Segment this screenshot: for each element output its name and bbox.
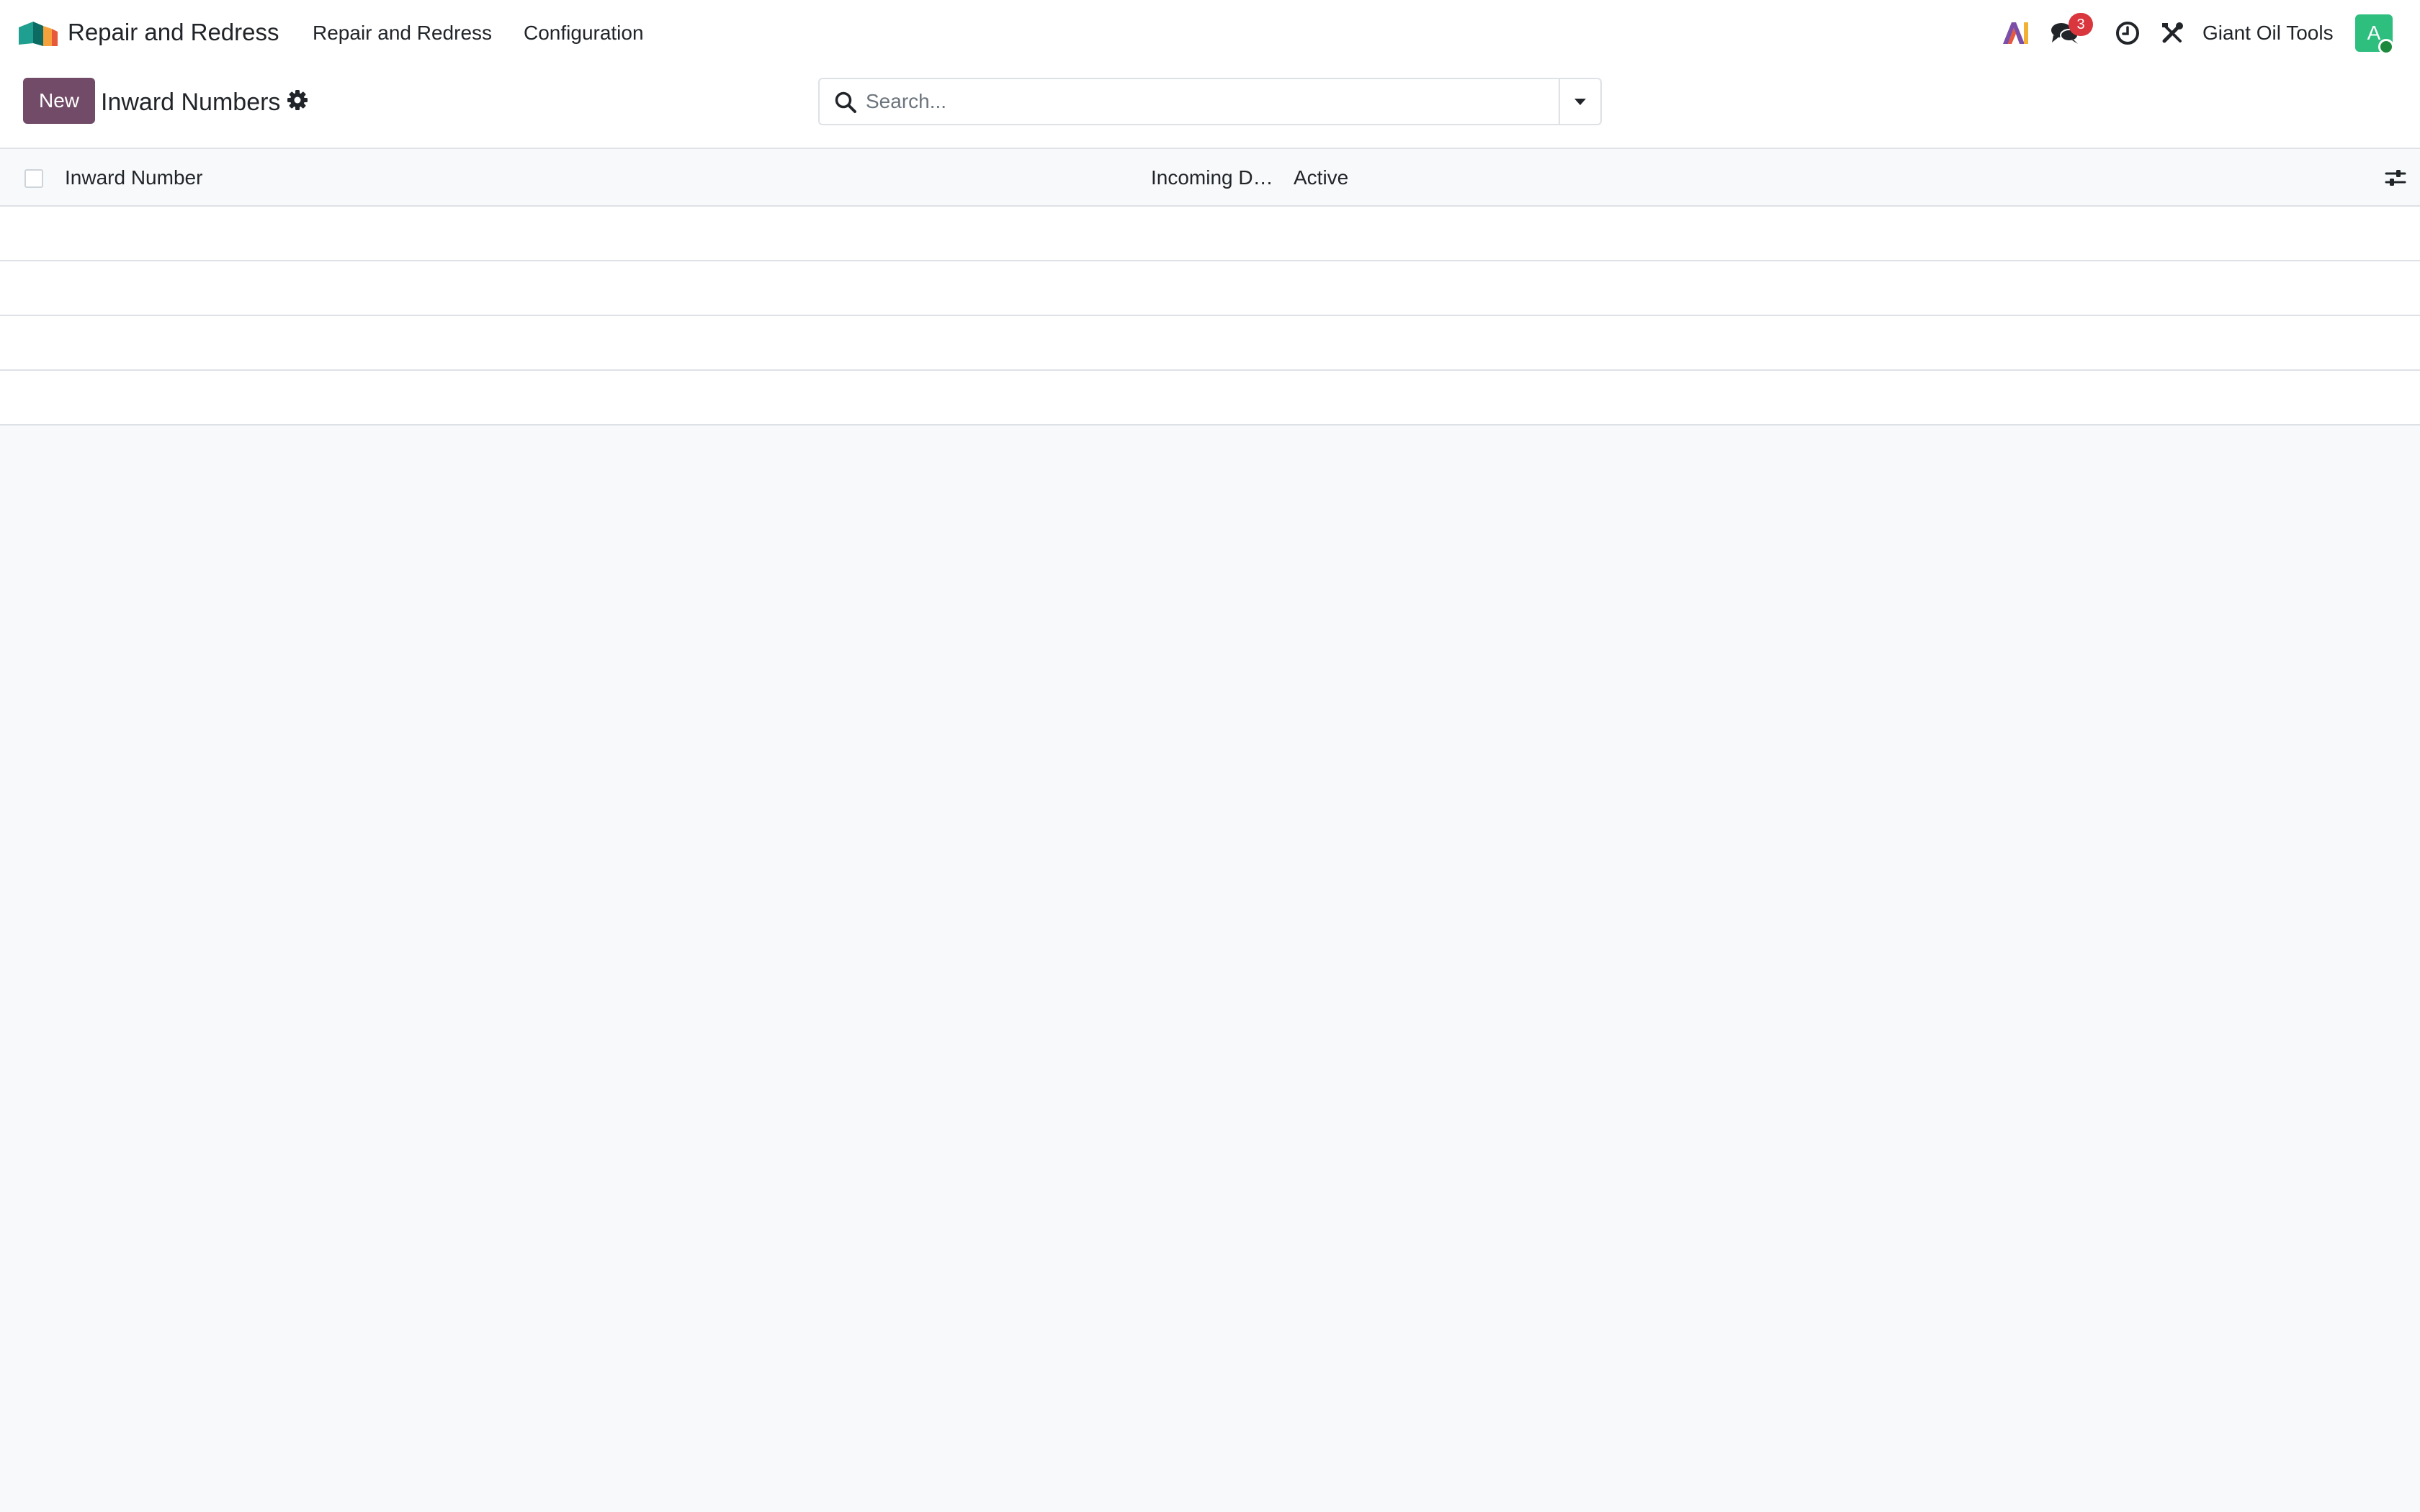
column-header-inward-number[interactable]: Inward Number — [65, 165, 202, 191]
search-box — [818, 78, 1560, 125]
column-header-active[interactable]: Active — [1294, 165, 1348, 191]
search-icon — [835, 91, 856, 113]
tools-icon[interactable] — [2156, 17, 2188, 49]
top-navbar: Repair and Redress Repair and Redress Co… — [0, 0, 2420, 66]
table-row — [0, 207, 2420, 261]
select-all-checkbox[interactable] — [24, 169, 43, 188]
list-header: Inward Number Incoming D… Active — [0, 149, 2420, 207]
menu-configuration[interactable]: Configuration — [524, 20, 644, 46]
company-switcher[interactable]: Giant Oil Tools — [2202, 20, 2334, 46]
table-row — [0, 261, 2420, 316]
search-input[interactable] — [866, 85, 1543, 118]
control-panel: New Inward Numbers — [0, 66, 2420, 149]
menu-repair-and-redress[interactable]: Repair and Redress — [313, 20, 492, 46]
gear-icon[interactable] — [287, 89, 308, 111]
presence-indicator — [2378, 39, 2394, 55]
ai-icon[interactable] — [1999, 17, 2031, 49]
optional-columns-icon[interactable] — [2384, 166, 2407, 189]
app-logo-icon[interactable] — [17, 17, 58, 48]
table-row — [0, 371, 2420, 426]
column-header-incoming-date[interactable]: Incoming D… — [1151, 165, 1273, 191]
search-options-toggle[interactable] — [1559, 78, 1602, 125]
app-name[interactable]: Repair and Redress — [68, 17, 279, 48]
notification-badge: 3 — [2069, 13, 2093, 36]
table-row — [0, 316, 2420, 371]
new-button[interactable]: New — [23, 78, 95, 124]
clock-icon[interactable] — [2112, 17, 2143, 49]
caret-down-icon — [1574, 99, 1586, 105]
page-title: Inward Numbers — [101, 89, 281, 116]
